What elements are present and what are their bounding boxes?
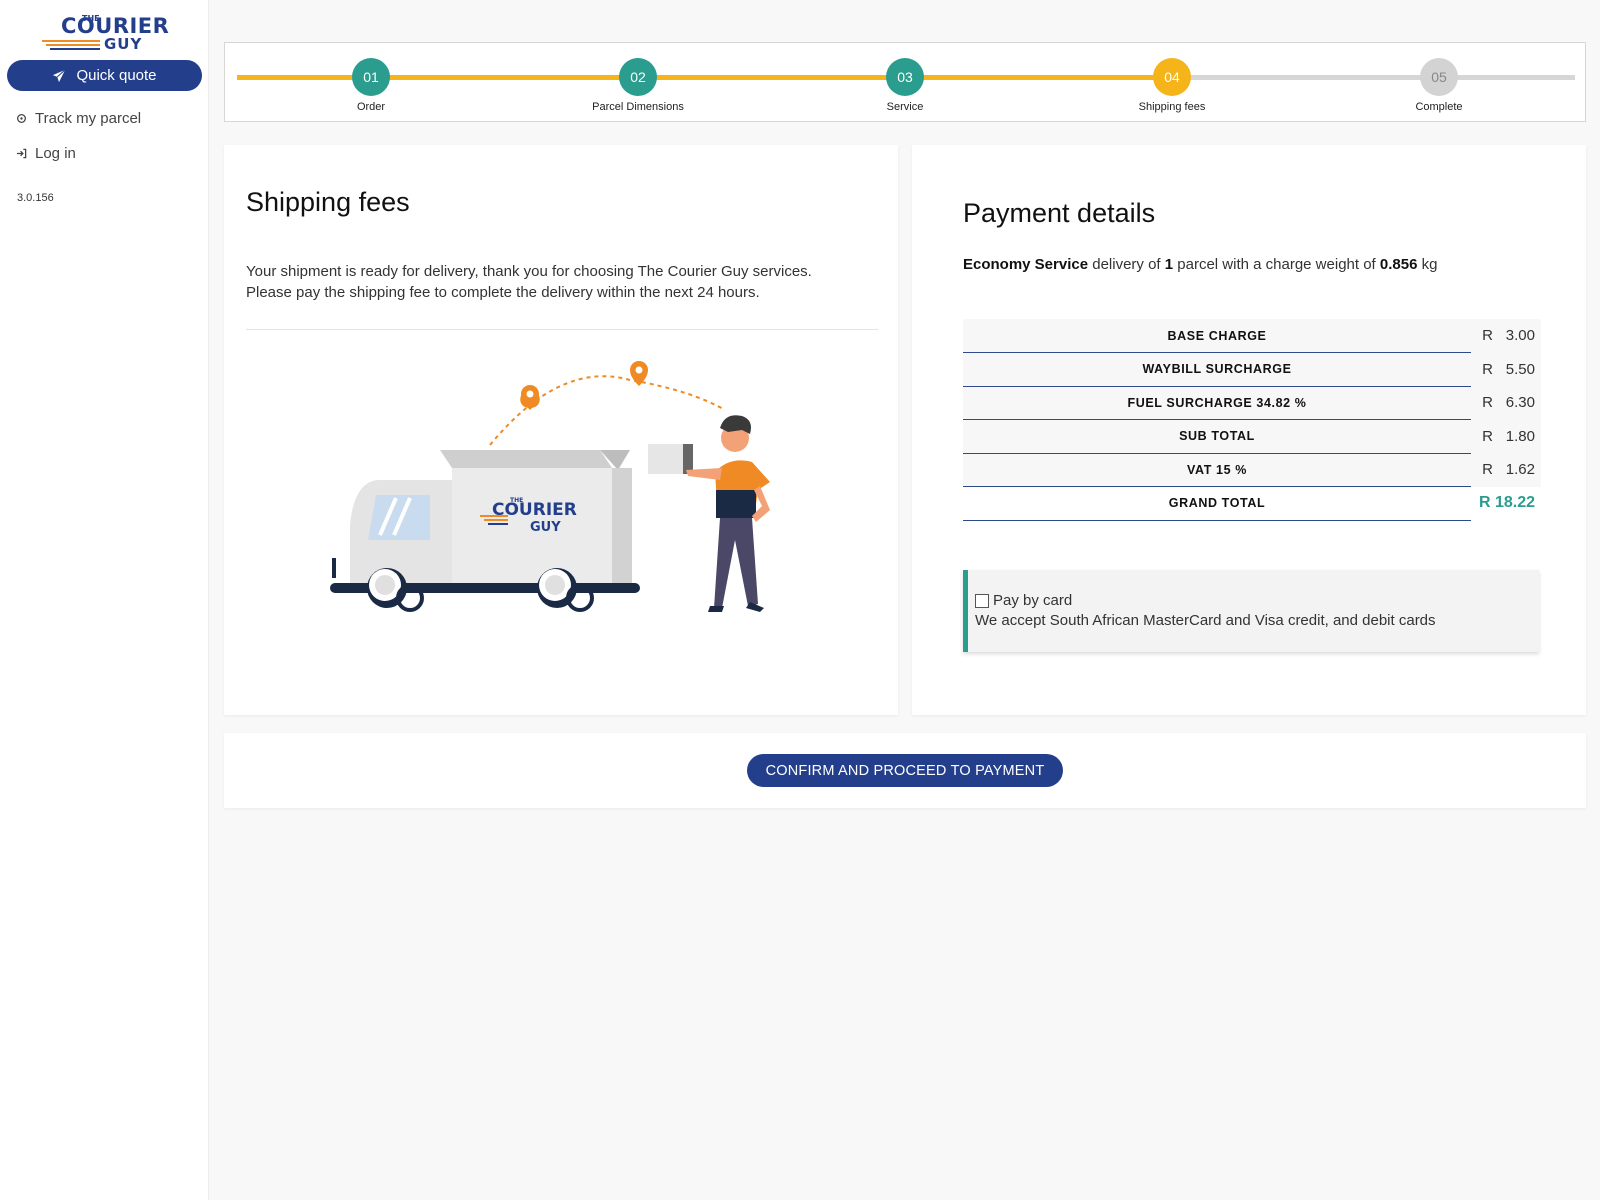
- track-parcel-label: Track my parcel: [35, 110, 142, 127]
- delivery-summary: Economy Service delivery of 1 parcel wit…: [963, 256, 1563, 273]
- quick-quote-label: Quick quote: [76, 67, 157, 84]
- grand-total-value: R 18.22: [1471, 486, 1541, 520]
- parcel-count: 1: [1164, 256, 1174, 273]
- shipping-intro-text: Your shipment is ready for delivery, tha…: [246, 261, 866, 303]
- step-label: Service: [886, 101, 924, 113]
- paper-plane-icon: [53, 68, 66, 82]
- fee-currency: R: [1471, 352, 1499, 386]
- fee-label: VAT 15 %: [963, 453, 1471, 487]
- login-label: Log in: [35, 145, 76, 162]
- fee-value: 1.80: [1499, 419, 1541, 453]
- fee-row: FUEL SURCHARGE 34.82 % R 6.30: [963, 386, 1541, 420]
- grand-total-label: GRAND TOTAL: [963, 486, 1471, 521]
- fee-row: BASE CHARGE R 3.00: [963, 319, 1541, 353]
- courier-guy-logo[interactable]: COURIER THE GUY: [42, 12, 172, 54]
- intro-line-1: Your shipment is ready for delivery, tha…: [246, 263, 812, 280]
- truck-logo-the: THE: [510, 497, 523, 504]
- fee-label: SUB TOTAL: [963, 419, 1471, 454]
- fee-currency: R: [1471, 386, 1499, 420]
- grand-total-row: GRAND TOTAL R 18.22: [963, 486, 1541, 521]
- shipping-fees-title: Shipping fees: [246, 187, 410, 217]
- pay-by-card-option[interactable]: Pay by card We accept South African Mast…: [963, 570, 1539, 652]
- payment-details-title: Payment details: [963, 198, 1156, 228]
- summary-text: delivery of: [1088, 256, 1165, 273]
- login-link[interactable]: Log in: [16, 145, 76, 162]
- fee-value: 1.62: [1499, 453, 1541, 487]
- step-label: Parcel Dimensions: [592, 101, 684, 113]
- map-pin-icon: [520, 385, 540, 410]
- courier-person: [648, 415, 770, 612]
- step-complete: 05 Complete: [1369, 58, 1509, 113]
- step-service: 03 Service: [835, 58, 975, 113]
- weight-unit: kg: [1417, 256, 1438, 273]
- fee-currency: R: [1471, 319, 1499, 353]
- fee-label: FUEL SURCHARGE 34.82 %: [963, 386, 1471, 420]
- confirm-bar: CONFIRM AND PROCEED TO PAYMENT: [224, 733, 1586, 808]
- step-shipping-fees: 04 Shipping fees: [1102, 58, 1242, 113]
- step-number: 04: [1153, 58, 1191, 96]
- service-name: Economy Service: [963, 256, 1089, 273]
- fee-currency: R: [1471, 419, 1499, 453]
- step-order: 01 Order: [301, 58, 441, 113]
- fee-currency: R: [1471, 453, 1499, 487]
- truck-logo-courier: COURIER: [492, 500, 577, 520]
- logo-guy-text: GUY: [104, 35, 143, 53]
- fee-row: WAYBILL SURCHARGE R 5.50: [963, 352, 1541, 387]
- fee-row: VAT 15 % R 1.62: [963, 453, 1541, 487]
- step-label: Order: [356, 101, 386, 113]
- shipping-fees-card: Shipping fees Your shipment is ready for…: [224, 145, 898, 715]
- logo-the-text: THE: [82, 14, 100, 23]
- sign-in-icon: [16, 148, 27, 159]
- step-label: Complete: [1415, 101, 1463, 113]
- pay-by-card-label[interactable]: Pay by card: [993, 592, 1072, 609]
- charge-weight: 0.856: [1379, 256, 1418, 273]
- divider: [246, 329, 878, 330]
- step-number: 05: [1420, 58, 1458, 96]
- fee-label: WAYBILL SURCHARGE: [963, 352, 1471, 387]
- app-version: 3.0.156: [17, 192, 54, 204]
- payment-details-card: Payment details Economy Service delivery…: [912, 145, 1586, 715]
- step-number: 02: [619, 58, 657, 96]
- track-parcel-link[interactable]: Track my parcel: [16, 110, 141, 127]
- fee-value: 5.50: [1499, 352, 1541, 386]
- step-number: 01: [352, 58, 390, 96]
- progress-stepper: 01 Order 02 Parcel Dimensions 03 Service…: [224, 42, 1586, 122]
- summary-text: parcel with a charge weight of: [1173, 256, 1380, 273]
- confirm-payment-button[interactable]: CONFIRM AND PROCEED TO PAYMENT: [747, 754, 1063, 787]
- target-icon: [17, 114, 26, 123]
- delivery-truck-illustration: COURIER THE GUY: [330, 361, 770, 612]
- intro-line-2: Please pay the shipping fee to complete …: [246, 284, 760, 301]
- fee-label: BASE CHARGE: [963, 319, 1471, 353]
- step-number: 03: [886, 58, 924, 96]
- step-parcel-dimensions: 02 Parcel Dimensions: [568, 58, 708, 113]
- card-acceptance-note: We accept South African MasterCard and V…: [975, 612, 1436, 629]
- fee-row: SUB TOTAL R 1.80: [963, 419, 1541, 454]
- fee-value: 3.00: [1499, 319, 1541, 353]
- pay-by-card-checkbox[interactable]: [975, 593, 989, 608]
- logo-stripes-icon: [42, 40, 100, 50]
- sidebar: COURIER THE GUY Quick quote Track my par…: [0, 0, 209, 1200]
- fee-value: 6.30: [1499, 386, 1541, 420]
- quick-quote-button[interactable]: Quick quote: [7, 60, 202, 91]
- fees-table: BASE CHARGE R 3.00 WAYBILL SURCHARGE R 5…: [963, 319, 1541, 521]
- truck-logo-guy: GUY: [530, 520, 561, 535]
- pay-by-card-row[interactable]: Pay by card: [975, 592, 1539, 609]
- step-label: Shipping fees: [1138, 101, 1206, 113]
